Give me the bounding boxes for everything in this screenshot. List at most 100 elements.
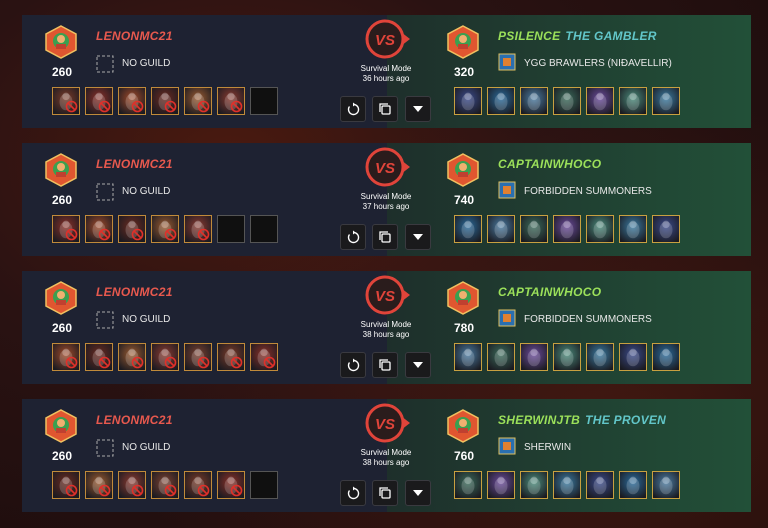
svg-text:VS: VS — [375, 416, 395, 433]
expand-button[interactable] — [405, 224, 431, 250]
monster-card[interactable] — [652, 87, 680, 115]
monster-art — [527, 476, 541, 495]
monster-card[interactable] — [454, 471, 482, 499]
player-avatar-icon[interactable] — [44, 409, 78, 443]
monster-card[interactable] — [586, 343, 614, 371]
monster-card[interactable] — [52, 215, 80, 243]
expand-button[interactable] — [405, 352, 431, 378]
monster-card[interactable] — [487, 343, 515, 371]
monster-art — [593, 348, 607, 367]
monster-card[interactable] — [217, 471, 245, 499]
monster-card[interactable] — [652, 343, 680, 371]
monster-card[interactable] — [652, 215, 680, 243]
monster-card[interactable] — [586, 471, 614, 499]
monster-card[interactable] — [151, 215, 179, 243]
monster-card[interactable] — [184, 343, 212, 371]
player-name[interactable]: LENONMC21 — [96, 285, 173, 299]
monster-card[interactable] — [118, 87, 146, 115]
monster-card[interactable] — [118, 215, 146, 243]
monster-card[interactable] — [52, 343, 80, 371]
monster-card[interactable] — [151, 343, 179, 371]
monster-card[interactable] — [553, 87, 581, 115]
monster-card[interactable] — [454, 343, 482, 371]
copy-team-button[interactable] — [372, 480, 398, 506]
monster-card[interactable] — [487, 87, 515, 115]
player-name[interactable]: SHERWINJTB THE PROVEN — [498, 413, 666, 427]
monster-card[interactable] — [619, 215, 647, 243]
monster-card[interactable] — [184, 215, 212, 243]
player-name[interactable]: PSILENCE THE GAMBLER — [498, 29, 657, 43]
copy-team-button[interactable] — [372, 96, 398, 122]
battle-row[interactable]: 260 LENONMC21 NO GUILD VS Survival Mode … — [22, 271, 751, 384]
card-defeated-icon — [230, 484, 243, 497]
replay-button[interactable] — [340, 352, 366, 378]
monster-card[interactable] — [118, 471, 146, 499]
monster-card[interactable] — [520, 343, 548, 371]
player-name-text: LENONMC21 — [96, 29, 173, 43]
battle-row[interactable]: 260 LENONMC21 NO GUILD VS Survival Mode … — [22, 143, 751, 256]
monster-card[interactable] — [487, 471, 515, 499]
expand-button[interactable] — [405, 480, 431, 506]
guild-name[interactable]: NO GUILD — [122, 186, 170, 197]
monster-card[interactable] — [553, 215, 581, 243]
monster-card[interactable] — [553, 343, 581, 371]
copy-team-button[interactable] — [372, 224, 398, 250]
expand-button[interactable] — [405, 96, 431, 122]
monster-card[interactable] — [85, 471, 113, 499]
monster-card[interactable] — [454, 215, 482, 243]
copy-team-button[interactable] — [372, 352, 398, 378]
guild-name[interactable]: FORBIDDEN SUMMONERS — [524, 186, 652, 197]
monster-card[interactable] — [184, 471, 212, 499]
monster-card[interactable] — [454, 87, 482, 115]
monster-card[interactable] — [52, 471, 80, 499]
monster-card[interactable] — [619, 87, 647, 115]
monster-card[interactable] — [151, 471, 179, 499]
monster-card[interactable] — [217, 87, 245, 115]
player-name[interactable]: CAPTAINWHOCO — [498, 285, 606, 299]
player-name[interactable]: CAPTAINWHOCO — [498, 157, 606, 171]
battle-row[interactable]: 260 LENONMC21 NO GUILD VS Survival Mode … — [22, 399, 751, 512]
monster-card[interactable] — [586, 215, 614, 243]
monster-card[interactable] — [184, 87, 212, 115]
monster-art — [494, 476, 508, 495]
player-name[interactable]: LENONMC21 — [96, 413, 173, 427]
guild-name[interactable]: FORBIDDEN SUMMONERS — [524, 314, 652, 325]
monster-card[interactable] — [487, 215, 515, 243]
monster-card[interactable] — [520, 471, 548, 499]
replay-button[interactable] — [340, 224, 366, 250]
player-name[interactable]: LENONMC21 — [96, 157, 173, 171]
monster-card[interactable] — [619, 471, 647, 499]
player-avatar-icon[interactable] — [44, 25, 78, 59]
player-avatar-icon[interactable] — [446, 409, 480, 443]
monster-card[interactable] — [520, 215, 548, 243]
monster-card[interactable] — [586, 87, 614, 115]
monster-card[interactable] — [118, 343, 146, 371]
monster-card[interactable] — [619, 343, 647, 371]
monster-card[interactable] — [520, 87, 548, 115]
monster-art — [593, 476, 607, 495]
monster-card[interactable] — [250, 343, 278, 371]
player-avatar-icon[interactable] — [446, 153, 480, 187]
monster-card[interactable] — [85, 343, 113, 371]
monster-card[interactable] — [85, 87, 113, 115]
versus-badge-icon: VS — [365, 403, 411, 443]
guild-name[interactable]: NO GUILD — [122, 314, 170, 325]
guild-name[interactable]: YGG BRAWLERS (NIÐAVELLIR) — [524, 58, 672, 69]
guild-name[interactable]: NO GUILD — [122, 442, 170, 453]
player-avatar-icon[interactable] — [44, 153, 78, 187]
monster-card[interactable] — [217, 343, 245, 371]
monster-card[interactable] — [52, 87, 80, 115]
player-avatar-icon[interactable] — [44, 281, 78, 315]
monster-card[interactable] — [85, 215, 113, 243]
player-avatar-icon[interactable] — [446, 25, 480, 59]
guild-name[interactable]: SHERWIN — [524, 442, 571, 453]
monster-card[interactable] — [553, 471, 581, 499]
player-name[interactable]: LENONMC21 — [96, 29, 173, 43]
replay-button[interactable] — [340, 96, 366, 122]
monster-card[interactable] — [151, 87, 179, 115]
battle-row[interactable]: 260 LENONMC21 NO GUILD VS Survival Mode … — [22, 15, 751, 128]
guild-name[interactable]: NO GUILD — [122, 58, 170, 69]
monster-card[interactable] — [652, 471, 680, 499]
replay-button[interactable] — [340, 480, 366, 506]
player-avatar-icon[interactable] — [446, 281, 480, 315]
